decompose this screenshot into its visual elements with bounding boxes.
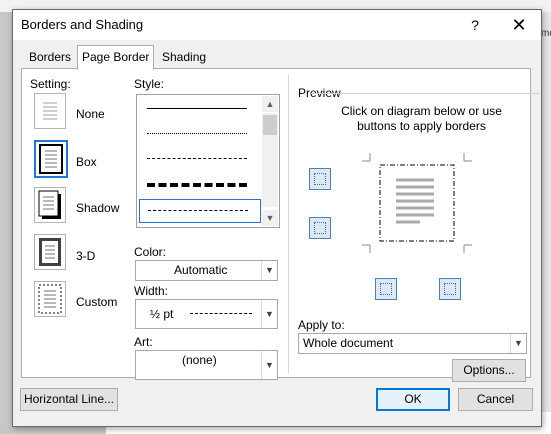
setting-shadow-icon[interactable] xyxy=(34,187,66,223)
tab-shading[interactable]: Shading xyxy=(158,48,210,67)
color-value: Automatic xyxy=(174,263,228,277)
setting-heading: Setting: xyxy=(30,77,71,91)
help-button[interactable]: ? xyxy=(465,15,485,35)
style-dashed-line[interactable] xyxy=(147,158,247,159)
left-border-button[interactable] xyxy=(375,278,397,300)
style-thick-dashed-line[interactable] xyxy=(147,183,247,187)
horizontal-line-button[interactable]: Horizontal Line... xyxy=(20,388,118,411)
width-dropdown[interactable]: ½ pt ▼ xyxy=(135,299,278,329)
scroll-up-icon[interactable]: ▲ xyxy=(262,96,278,112)
right-border-button[interactable] xyxy=(439,278,461,300)
setting-3d-icon[interactable] xyxy=(34,234,66,270)
tab-page-border[interactable]: Page Border xyxy=(77,45,155,70)
options-button[interactable]: Options... xyxy=(452,359,526,382)
tab-borders[interactable]: Borders xyxy=(25,48,75,67)
width-value: ½ pt xyxy=(150,307,174,321)
bottom-border-icon xyxy=(314,222,326,234)
bottom-border-button[interactable] xyxy=(309,217,331,239)
page-border-panel: Setting: None Box Shadow 3-D Custom Styl… xyxy=(21,68,539,382)
setting-custom-label[interactable]: Custom xyxy=(76,295,117,309)
ok-button[interactable]: OK xyxy=(376,388,450,411)
art-value: (none) xyxy=(182,353,217,367)
scroll-down-icon[interactable]: ▼ xyxy=(262,210,278,226)
width-heading: Width: xyxy=(134,284,169,298)
chevron-down-icon: ▼ xyxy=(261,300,277,328)
setting-box-label[interactable]: Box xyxy=(76,155,97,169)
style-dash-dot-line xyxy=(148,210,248,211)
setting-none-label[interactable]: None xyxy=(76,107,105,121)
style-listbox[interactable]: ▲ ▼ xyxy=(136,94,280,228)
style-heading: Style: xyxy=(134,77,165,91)
color-dropdown[interactable]: Automatic ▼ xyxy=(135,260,278,281)
setting-shadow-label[interactable]: Shadow xyxy=(76,201,119,215)
art-dropdown[interactable]: (none) ▼ xyxy=(135,350,278,380)
art-heading: Art: xyxy=(134,335,153,349)
chevron-down-icon: ▼ xyxy=(510,334,526,353)
chevron-down-icon: ▼ xyxy=(261,261,277,280)
setting-none-icon[interactable] xyxy=(34,93,66,129)
top-border-icon xyxy=(314,173,326,185)
apply-to-heading: Apply to: xyxy=(298,318,345,332)
column-divider xyxy=(288,75,289,373)
color-heading: Color: xyxy=(134,245,167,259)
preview-hint: Click on diagram below or use buttons to… xyxy=(341,104,502,133)
title-bar: Borders and Shading ? ✕ xyxy=(13,10,541,40)
borders-and-shading-dialog: Borders and Shading ? ✕ Borders Page Bor… xyxy=(12,9,542,427)
width-line-sample xyxy=(190,313,252,314)
side-panel-text: mo xyxy=(541,28,551,39)
style-selected-item[interactable] xyxy=(139,199,261,223)
preview-heading-rule xyxy=(311,93,539,94)
close-button[interactable]: ✕ xyxy=(507,13,531,37)
dialog-title: Borders and Shading xyxy=(21,17,144,32)
cancel-button[interactable]: Cancel xyxy=(458,388,533,411)
preview-diagram[interactable] xyxy=(358,153,476,253)
top-border-button[interactable] xyxy=(309,168,331,190)
setting-box-icon[interactable] xyxy=(34,140,68,178)
setting-3d-label[interactable]: 3-D xyxy=(76,249,95,263)
setting-custom-icon[interactable] xyxy=(34,281,66,317)
style-solid-line[interactable] xyxy=(147,108,247,109)
style-dotted-line[interactable] xyxy=(147,133,247,134)
apply-to-value: Whole document xyxy=(303,336,394,350)
chevron-down-icon: ▼ xyxy=(261,351,277,379)
right-border-icon xyxy=(444,283,456,295)
scroll-thumb[interactable] xyxy=(263,115,277,135)
apply-to-dropdown[interactable]: Whole document ▼ xyxy=(298,333,527,354)
left-border-icon xyxy=(380,283,392,295)
